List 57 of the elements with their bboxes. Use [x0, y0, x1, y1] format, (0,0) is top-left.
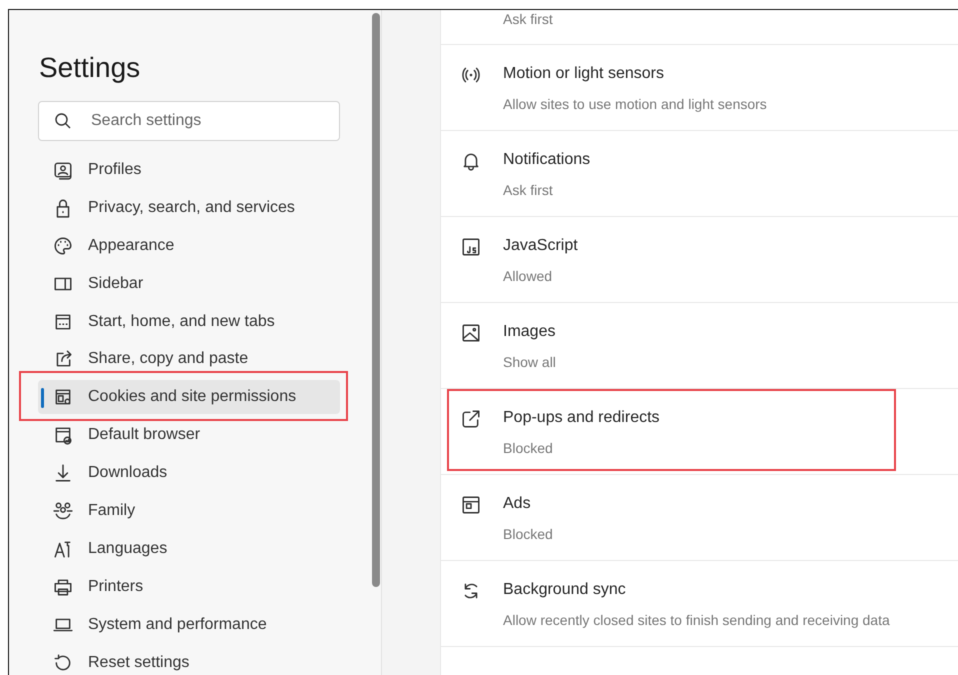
search-field[interactable]: Search settings: [38, 101, 340, 141]
permission-title: Motion or light sensors: [503, 64, 665, 84]
permission-row[interactable]: Ask first: [441, 10, 958, 45]
permission-row[interactable]: JavaScript Allowed: [441, 217, 958, 303]
settings-title: Settings: [39, 51, 140, 85]
permission-row[interactable]: Notifications Ask first: [441, 131, 958, 217]
search-icon: [54, 112, 72, 130]
sidebar-item[interactable]: Family: [38, 494, 340, 528]
ad-window-icon: [461, 495, 481, 515]
external-link-icon: [461, 409, 481, 429]
permission-row[interactable]: Background sync Allow recently closed sites to finish sending and receiving data: [441, 561, 958, 647]
permission-status: Blocked: [503, 525, 553, 544]
tabs-icon: [53, 312, 73, 332]
permission-status: Blocked: [503, 439, 554, 458]
javascript-icon: [461, 237, 481, 257]
permission-row[interactable]: Motion or light sensors Allow sites to use motion and light sensors: [441, 45, 958, 131]
image-icon: [461, 323, 481, 343]
sidebar-item[interactable]: System and performance: [38, 608, 340, 642]
palette-icon: [53, 236, 73, 256]
printer-icon: [53, 576, 73, 597]
sidebar-item[interactable]: Profiles: [38, 153, 340, 187]
permission-row[interactable]: Images Show all: [441, 303, 958, 389]
family-icon: [53, 501, 73, 522]
sidebar-item[interactable]: Printers: [38, 570, 340, 604]
permission-status: Ask first: [503, 10, 553, 29]
sidebar-item[interactable]: Appearance: [38, 228, 340, 263]
sidebar-item[interactable]: Default browser: [38, 418, 340, 452]
permission-title: JavaScript: [503, 236, 578, 256]
sidebar-item[interactable]: Share, copy and paste: [38, 342, 340, 376]
permission-status: Allowed: [503, 267, 554, 286]
sidebar-item[interactable]: Languages: [38, 532, 340, 566]
scrollbar-thumb[interactable]: [372, 13, 380, 587]
permission-status: Allow sites to use motion and light sensors: [503, 95, 767, 114]
sidebar-item[interactable]: Cookies and site permissions: [38, 380, 340, 414]
permission-title: Pop-ups and redirects: [503, 408, 660, 428]
sidebar-item[interactable]: Downloads: [38, 456, 340, 490]
permission-title: Background sync: [503, 580, 627, 600]
sidebar-item[interactable]: Sidebar: [38, 266, 340, 301]
sidebar-item[interactable]: Privacy, search, and services: [38, 190, 340, 225]
bell-icon: [461, 151, 481, 171]
language-icon: [53, 538, 73, 559]
profile-icon: [53, 160, 73, 180]
permission-title: Notifications: [503, 150, 590, 170]
download-icon: [53, 463, 73, 484]
permission-row[interactable]: Ads Blocked: [441, 475, 958, 561]
permission-status: Ask first: [503, 181, 554, 200]
cookie-settings-icon: [53, 387, 73, 408]
sidebar-item[interactable]: Reset settings: [38, 646, 340, 675]
reset-icon: [53, 652, 73, 673]
permission-status: Allow recently closed sites to finish sending and receiving data: [503, 611, 890, 630]
browser-check-icon: [53, 425, 73, 446]
sidebar-item[interactable]: Start, home, and new tabs: [38, 304, 340, 339]
sensor-icon: [461, 65, 481, 85]
permission-title: Images: [503, 322, 556, 342]
permission-status: Show all: [503, 353, 556, 372]
permission-title: Ads: [503, 494, 532, 514]
permission-row[interactable]: Pop-ups and redirects Blocked: [441, 389, 958, 475]
